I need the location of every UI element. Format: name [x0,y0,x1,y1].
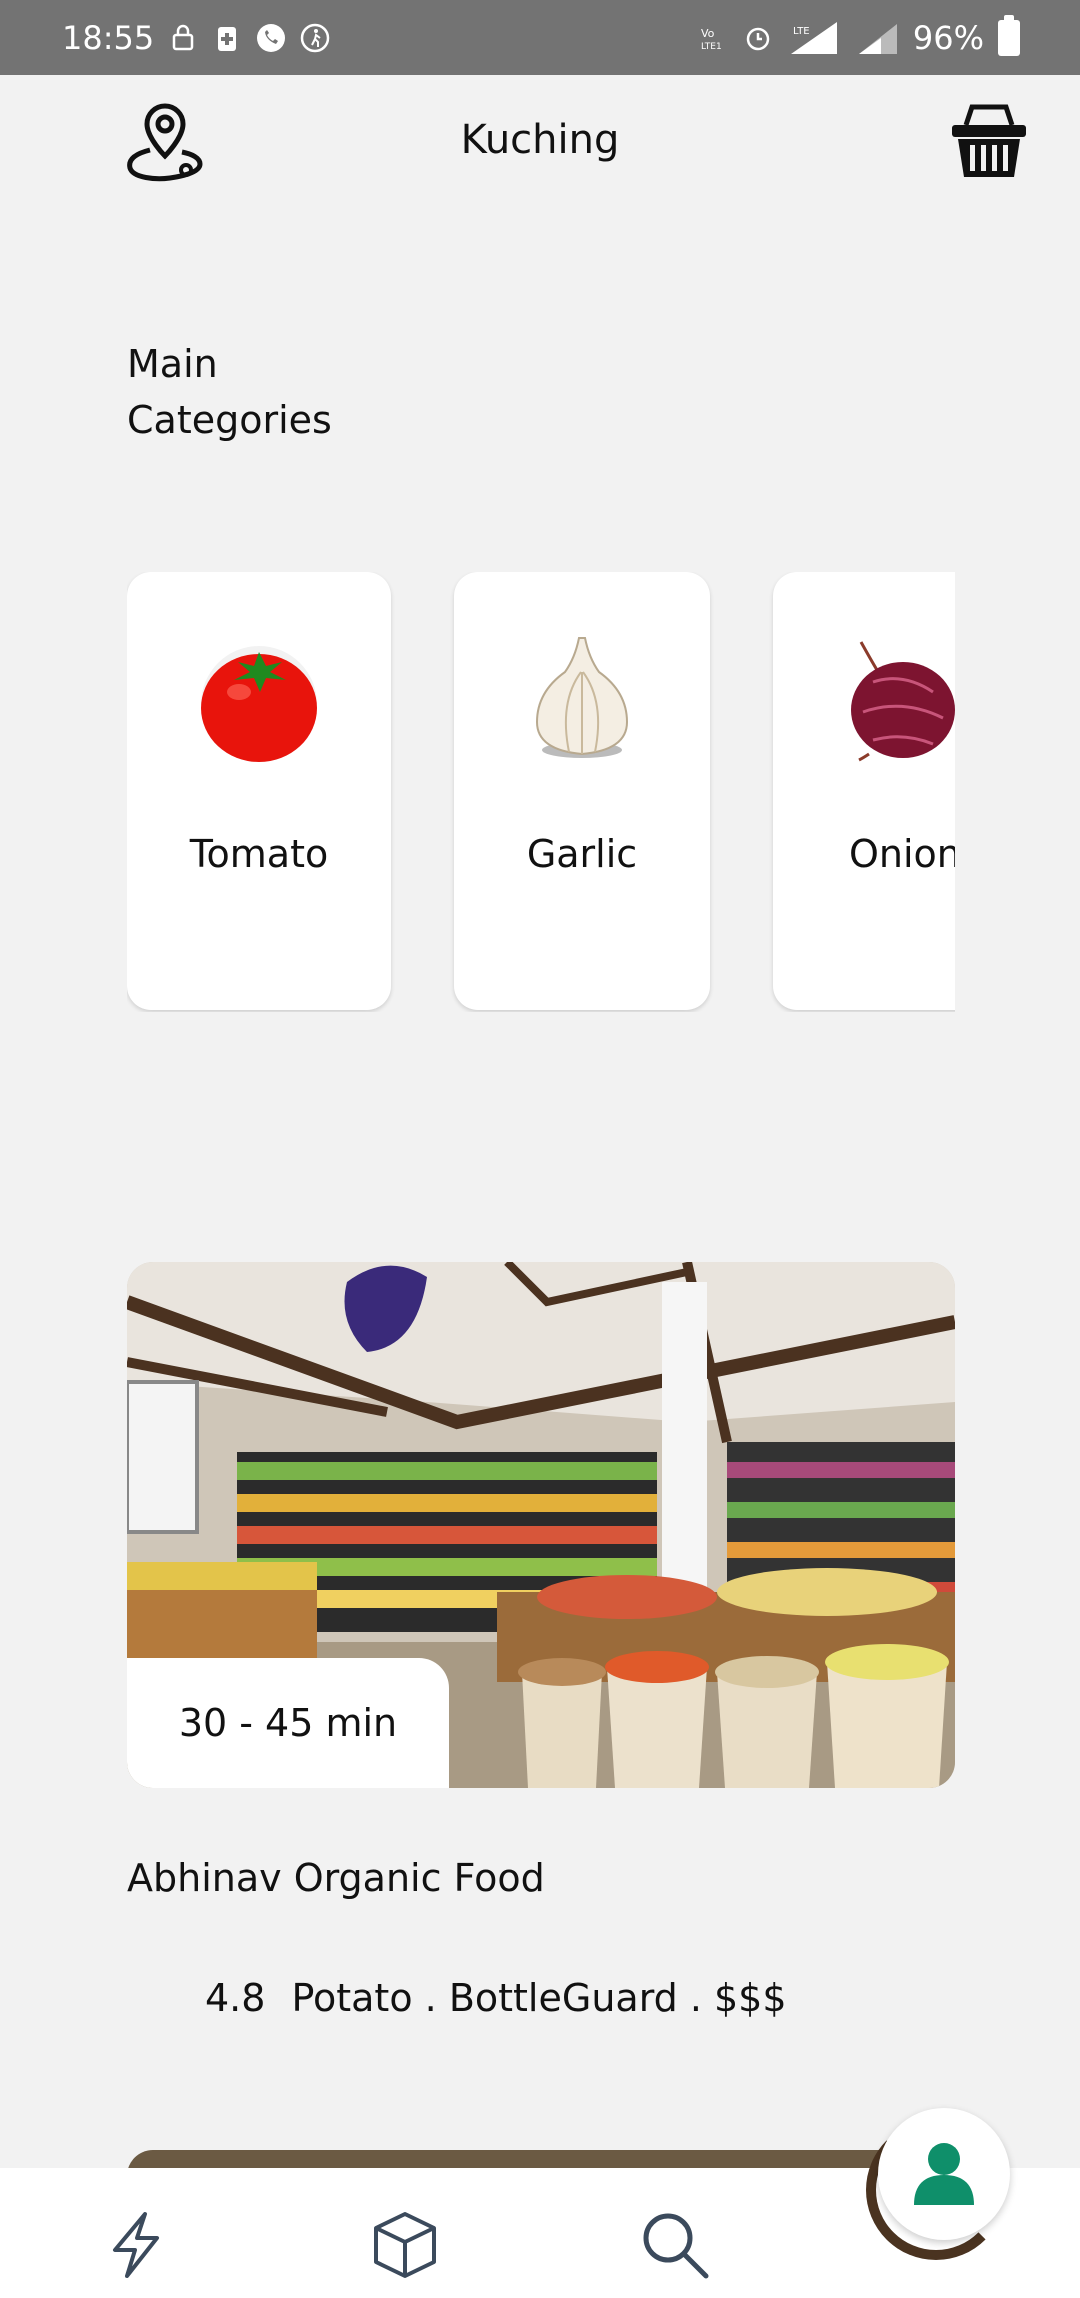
search-icon[interactable] [640,2210,710,2280]
user-icon [914,2143,974,2205]
activity-icon [300,23,330,52]
section-title: Main Categories [127,342,332,442]
flash-icon[interactable] [101,2210,171,2280]
signal-2-icon [858,23,897,54]
store-rating: 4.8 [205,1976,266,2020]
store-meta: 4.8 Potato . BottleGuard . $$$ [205,1976,787,2020]
profile-button[interactable] [878,2108,1010,2240]
category-strip[interactable]: Tomato Garlic Onion [127,572,955,1012]
category-label: Tomato [189,832,329,876]
eta-badge: 30 - 45 min [127,1658,449,1788]
lock-icon [172,24,194,50]
svg-text:Vo: Vo [701,27,715,40]
status-left: 18:55 [62,19,330,57]
category-card-tomato[interactable]: Tomato [127,572,391,1010]
onion-image [851,641,955,762]
battery-icon [998,14,1020,56]
city-title[interactable]: Kuching [0,117,1080,163]
volte-icon: Vo LTE1 [701,27,722,52]
category-card-onion[interactable]: Onion [773,572,955,1010]
svg-text:LTE1: LTE1 [701,42,722,52]
phone-icon [257,23,286,52]
battery-percent: 96% [912,18,984,57]
box-icon[interactable] [370,2210,440,2280]
status-right: Vo LTE1 LTE 96% [699,14,1020,57]
header: Kuching [0,75,1080,215]
tomato-image [201,646,317,762]
signal-1-icon: LTE [790,21,837,54]
category-label: Onion [849,832,955,876]
svg-text:LTE: LTE [793,26,810,37]
status-time: 18:55 [62,18,155,57]
store-tags: Potato . BottleGuard . $$$ [291,1976,787,2020]
shopping-basket-icon[interactable] [948,99,1030,181]
category-label: Garlic [526,832,638,876]
status-bar: 18:55 Vo LTE1 LTE 96% [0,0,1080,75]
garlic-image [535,637,629,758]
medical-icon [218,26,237,51]
store-name[interactable]: Abhinav Organic Food [127,1856,545,1900]
alarm-icon [746,27,770,50]
category-card-garlic[interactable]: Garlic [454,572,710,1010]
